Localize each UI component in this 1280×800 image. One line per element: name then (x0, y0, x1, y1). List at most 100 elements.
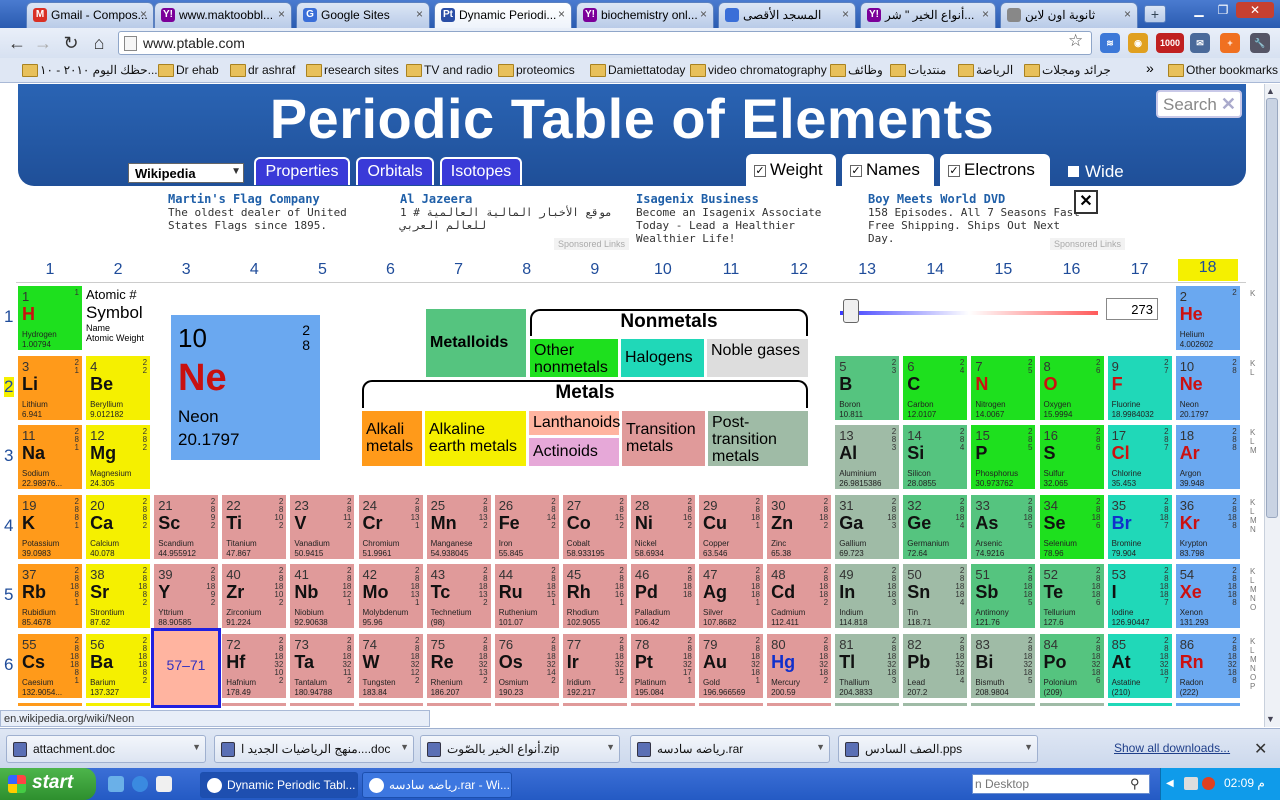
other-bookmarks-folder[interactable]: Other bookmarks (1168, 63, 1278, 77)
wide-checkbox[interactable] (1068, 166, 1079, 177)
element-uup[interactable]: 115Uup (970, 702, 1037, 707)
back-icon[interactable]: ← (6, 32, 28, 54)
plus-extension-icon[interactable]: + (1220, 33, 1240, 53)
element-ar[interactable]: 18 Ar Argon 39.948 2 8 8 (1174, 424, 1241, 490)
element-na[interactable]: 11 Na Sodium 22.98976... 2 8 1 (17, 424, 83, 490)
reference-select[interactable]: Wikipedia ▼ (128, 163, 244, 183)
chevron-down-icon[interactable]: ▼ (816, 742, 825, 752)
element-sn[interactable]: 50 Sn Tin 118.71 2 8 18 18 4 (902, 563, 969, 629)
close-ads-button[interactable]: ✕ (1074, 190, 1098, 214)
element-rf[interactable]: 104Rf (221, 702, 288, 707)
element-ag[interactable]: 47 Ag Silver 107.8682 2 8 18 18 1 (698, 563, 764, 629)
ad-title[interactable]: Al Jazeera (400, 193, 625, 206)
option-tab[interactable]: ✓ Weight (746, 154, 836, 186)
element-ra[interactable]: 88Ra (85, 702, 152, 707)
new-tab-button[interactable]: + (1144, 5, 1166, 23)
browser-tab[interactable]: G Google Sites × (296, 2, 430, 28)
tray-arrow-icon[interactable]: ◀ (1166, 778, 1174, 789)
network-icon[interactable] (1184, 777, 1198, 790)
element-br[interactable]: 35 Br Bromine 79.904 2 8 18 7 (1106, 493, 1173, 560)
element-zr[interactable]: 40 Zr Zirconium 91.224 2 8 18 10 2 (221, 563, 288, 629)
scroll-down-icon[interactable]: ▼ (1266, 714, 1275, 724)
tab-close-icon[interactable]: × (982, 7, 989, 21)
element-bh[interactable]: 107Bh (425, 702, 492, 707)
element-cl[interactable]: 17 Cl Chlorine 35.453 2 8 7 (1106, 424, 1173, 490)
element-s[interactable]: 16 S Sulfur 32.065 2 8 6 (1038, 424, 1105, 490)
element-n[interactable]: 7 N Nitrogen 14.0067 2 5 (970, 354, 1037, 421)
tab-close-icon[interactable]: × (700, 7, 707, 21)
element-uus[interactable]: 117Uus (1106, 702, 1173, 707)
browser-tab[interactable]: Pt Dynamic Periodi... × (434, 2, 572, 28)
element-k[interactable]: 19 K Potassium 39.0983 2 8 8 1 (17, 493, 83, 560)
tab-close-icon[interactable]: × (416, 7, 423, 21)
temperature-slider-track[interactable] (840, 311, 1098, 315)
close-window-icon[interactable]: ✕ (1236, 2, 1274, 18)
element-ge[interactable]: 32 Ge Germanium 72.64 2 8 18 4 (902, 493, 969, 560)
browser-tab[interactable]: Y! أنواع الخير " شر... × (860, 2, 996, 28)
legend-noble-gases[interactable]: Noble gases (707, 339, 808, 377)
element-c[interactable]: 6 C Carbon 12.0107 2 4 (902, 354, 969, 421)
wrench-icon[interactable]: 🔧 (1250, 33, 1270, 53)
bookmark-star-icon[interactable]: ☆ (1068, 31, 1083, 51)
legend-alkaline-earth-metals[interactable]: Alkaline earth metals (425, 411, 526, 466)
download-item[interactable]: رياضه سادسه.rar ▼ (630, 735, 830, 763)
element-db[interactable]: 105Db (289, 702, 356, 707)
search-icon[interactable]: ⚲ (1130, 776, 1140, 792)
element-ca[interactable]: 20 Ca Calcium 40.078 2 8 8 2 (85, 493, 152, 560)
browser-tab[interactable]: Y! biochemistry onl... × (576, 2, 714, 28)
option-checkbox[interactable]: ✓ (948, 165, 960, 177)
element-ta[interactable]: 73 Ta Tantalum 180.94788 2 8 18 32 11 2 (289, 632, 356, 699)
maximize-icon[interactable]: ❐ (1212, 2, 1234, 18)
element-mn[interactable]: 25 Mn Manganese 54.938045 2 8 13 2 (425, 493, 492, 560)
show-desktop-icon[interactable] (108, 776, 124, 792)
element-pd[interactable]: 46 Pd Palladium 106.42 2 8 18 18 (629, 563, 696, 629)
bookmark-folder[interactable]: video chromatography (690, 63, 827, 77)
element-se[interactable]: 34 Se Selenium 78.96 2 8 18 6 (1038, 493, 1105, 560)
element-ir[interactable]: 77 Ir Iridium 192.217 2 8 18 32 15 2 (561, 632, 628, 699)
tab-close-icon[interactable]: × (278, 7, 285, 21)
legend-post-transition-metals[interactable]: Post-transition metals (708, 411, 808, 466)
element-co[interactable]: 27 Co Cobalt 58.933195 2 8 15 2 (561, 493, 628, 560)
view-tab[interactable]: Isotopes (440, 157, 522, 185)
element-mg[interactable]: 12 Mg Magnesium 24.305 2 8 2 (85, 424, 152, 490)
element-os[interactable]: 76 Os Osmium 190.23 2 8 18 32 14 2 (493, 632, 560, 699)
notepad-icon[interactable] (156, 776, 172, 792)
download-item[interactable]: attachment.doc ▼ (6, 735, 206, 763)
view-tab[interactable]: Orbitals (356, 157, 434, 185)
bookmark-folder[interactable]: الرياضة (958, 63, 1013, 77)
bookmark-folder[interactable]: TV and radio (406, 63, 493, 77)
element-kr[interactable]: 36 Kr Krypton 83.798 2 8 18 8 (1174, 493, 1241, 560)
download-item[interactable]: الصف السادس.pps ▼ (838, 735, 1038, 763)
element-ne[interactable]: 10 Ne Neon 20.1797 2 8 (1174, 354, 1241, 421)
taskbar-item[interactable]: رياضه سادسه.rar - Wi... (362, 772, 512, 798)
element-ru[interactable]: 44 Ru Ruthenium 101.07 2 8 18 15 1 (493, 563, 560, 629)
option-tab[interactable]: ✓ Names (842, 154, 934, 186)
scrollbar-thumb[interactable] (1266, 98, 1278, 518)
featured-element[interactable]: 10 2 8 Ne Neon 20.1797 (171, 315, 320, 460)
search-input[interactable]: Search ✕ (1156, 90, 1242, 118)
element-xe[interactable]: 54 Xe Xenon 131.293 2 8 18 18 8 (1174, 563, 1241, 629)
extension-icon[interactable]: ≋ (1100, 33, 1120, 53)
bookmark-folder[interactable]: research sites (306, 63, 399, 77)
element-zn[interactable]: 30 Zn Zinc 65.38 2 8 18 2 (766, 493, 833, 560)
desktop-search-input[interactable]: n Desktop (972, 774, 1150, 794)
element-uub[interactable]: 112Uub (766, 702, 833, 707)
tab-close-icon[interactable]: × (1124, 7, 1131, 21)
chrome-tray-icon[interactable] (1202, 777, 1215, 790)
clear-icon[interactable]: ✕ (1221, 94, 1236, 115)
element-sg[interactable]: 106Sg (357, 702, 424, 707)
minimize-icon[interactable]: ▁ (1188, 2, 1210, 18)
element-tc[interactable]: 43 Tc Technetium (98) 2 8 18 13 2 (425, 563, 492, 629)
element-si[interactable]: 14 Si Silicon 28.0855 2 8 4 (902, 424, 969, 490)
extension-icon[interactable]: ✉ (1190, 33, 1210, 53)
element-h[interactable]: 1 H Hydrogen 1.00794 1 (17, 285, 83, 351)
element-o[interactable]: 8 O Oxygen 15.9994 2 6 (1038, 354, 1105, 421)
reload-icon[interactable]: ↻ (60, 32, 82, 54)
element-w[interactable]: 74 W Tungsten 183.84 2 8 18 32 12 2 (357, 632, 424, 699)
bookmark-folder[interactable]: جرائد ومجلات (1024, 63, 1111, 77)
taskbar-item[interactable]: Dynamic Periodic Tabl... (200, 772, 358, 798)
element-hs[interactable]: 108Hs (493, 702, 560, 707)
browser-tab[interactable]: المسجد الأقصى × (718, 2, 856, 28)
element-li[interactable]: 3 Li Lithium 6.941 2 1 (17, 354, 83, 421)
tab-close-icon[interactable]: × (140, 7, 147, 21)
